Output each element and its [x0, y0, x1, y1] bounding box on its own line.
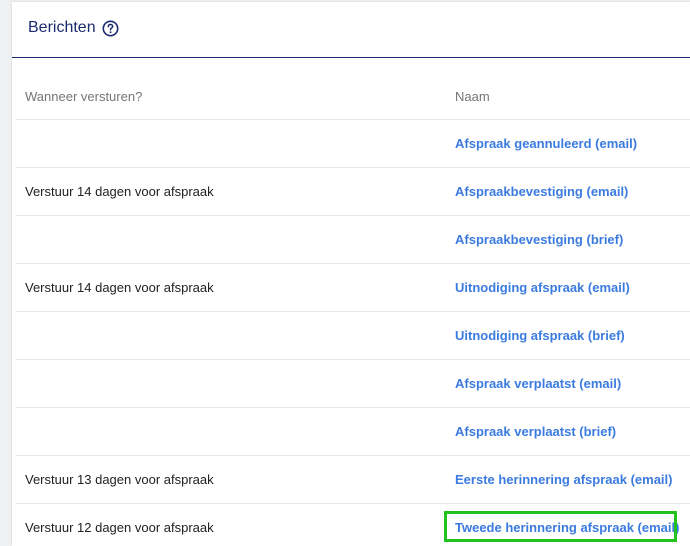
panel-header: Berichten: [12, 2, 690, 58]
name-cell: Afspraak geannuleerd (email): [455, 120, 637, 167]
column-header-name[interactable]: Naam: [455, 74, 490, 119]
message-link[interactable]: Tweede herinnering afspraak (email): [455, 520, 679, 535]
panel-title: Berichten: [28, 19, 96, 36]
messages-table: Wanneer versturen? Naam Afspraak geannul…: [16, 74, 690, 546]
table-row: Verstuur 13 dagen voor afspraak Eerste he…: [16, 456, 690, 504]
when-cell: Verstuur 14 dagen voor afspraak: [25, 280, 214, 295]
when-cell: Verstuur 14 dagen voor afspraak: [25, 184, 214, 199]
table-row: Afspraakbevestiging (brief): [16, 216, 690, 264]
table-row: Verstuur 12 dagen voor afspraak Tweede he…: [16, 504, 690, 546]
message-link[interactable]: Afspraak verplaatst (brief): [455, 424, 616, 439]
column-header-when[interactable]: Wanneer versturen?: [25, 74, 142, 119]
table-header-row: Wanneer versturen? Naam: [16, 74, 690, 120]
berichten-panel: Berichten Wanneer versturen? Naam Afspra…: [12, 2, 690, 546]
message-link[interactable]: Eerste herinnering afspraak (email): [455, 472, 672, 487]
message-link[interactable]: Uitnodiging afspraak (brief): [455, 328, 625, 343]
message-link[interactable]: Afspraak geannuleerd (email): [455, 136, 637, 151]
name-cell: Uitnodiging afspraak (email): [455, 264, 630, 311]
table-row: Verstuur 14 dagen voor afspraak Uitnodigi…: [16, 264, 690, 312]
name-cell: Afspraak verplaatst (email): [455, 360, 621, 407]
table-row: Afspraak geannuleerd (email): [16, 120, 690, 168]
name-cell: Afspraakbevestiging (email): [455, 168, 628, 215]
name-cell: Uitnodiging afspraak (brief): [455, 312, 625, 359]
title-wrap: Berichten: [28, 18, 119, 38]
message-link[interactable]: Afspraakbevestiging (email): [455, 184, 628, 199]
table-row: Verstuur 14 dagen voor afspraak Afspraakb…: [16, 168, 690, 216]
name-cell: Afspraakbevestiging (brief): [455, 216, 623, 263]
name-cell: Eerste herinnering afspraak (email): [455, 456, 672, 503]
message-link[interactable]: Afspraakbevestiging (brief): [455, 232, 623, 247]
when-cell: Verstuur 12 dagen voor afspraak: [25, 520, 214, 535]
name-cell: Tweede herinnering afspraak (email): [455, 504, 679, 546]
message-link[interactable]: Uitnodiging afspraak (email): [455, 280, 630, 295]
table-row: Afspraak verplaatst (email): [16, 360, 690, 408]
name-cell: Afspraak verplaatst (brief): [455, 408, 616, 455]
table-row: Uitnodiging afspraak (brief): [16, 312, 690, 360]
when-cell: Verstuur 13 dagen voor afspraak: [25, 472, 214, 487]
question-circle-icon[interactable]: [102, 20, 119, 37]
table-row: Afspraak verplaatst (brief): [16, 408, 690, 456]
message-link[interactable]: Afspraak verplaatst (email): [455, 376, 621, 391]
